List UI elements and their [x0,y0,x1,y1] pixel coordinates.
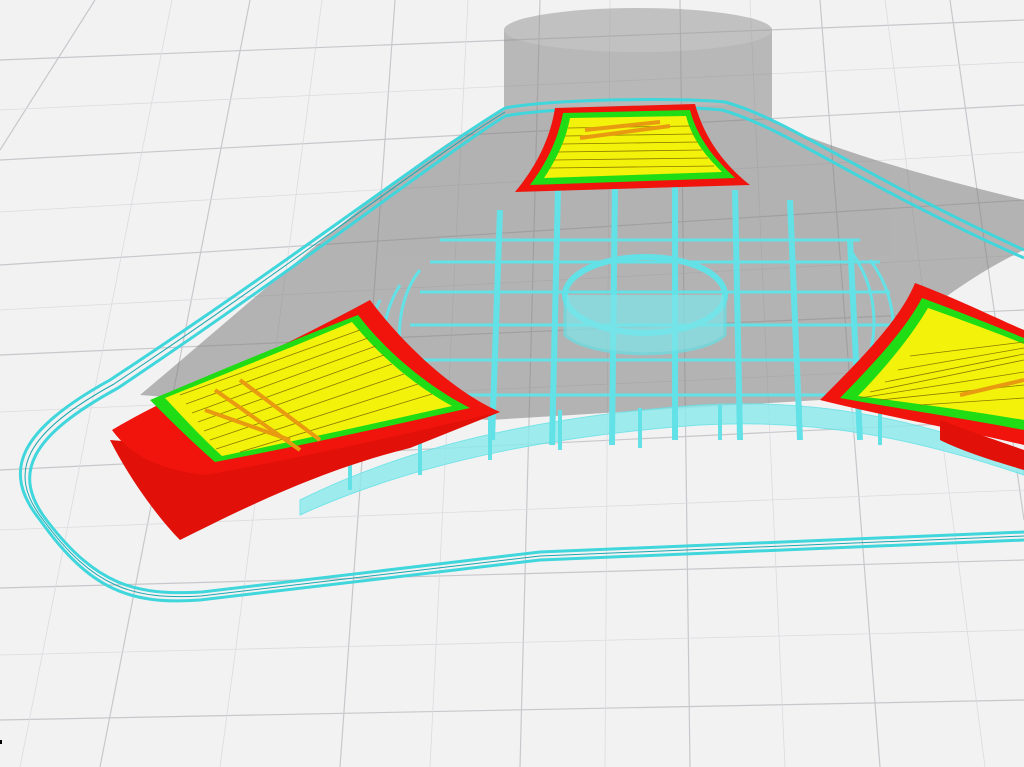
ghost-cylinder-top [504,8,772,52]
3d-viewport[interactable] [0,0,1024,767]
viewport-edge-mark [0,740,2,744]
layer-preview-canvas[interactable] [0,0,1024,767]
